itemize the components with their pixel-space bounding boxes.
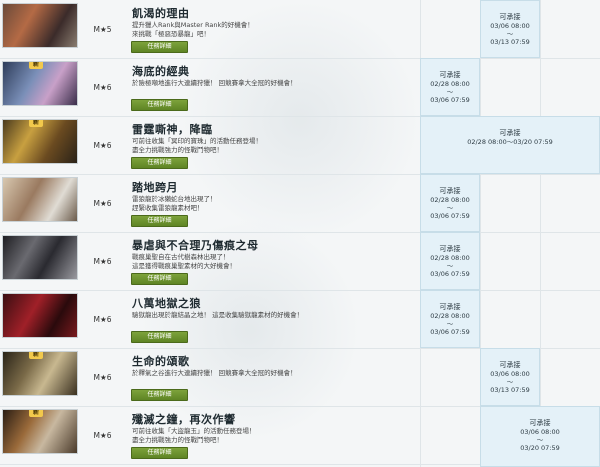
new-badge: 新 <box>29 62 44 69</box>
quest-thumbnail[interactable]: 新 <box>2 119 78 164</box>
quest-title: 踏地跨月 <box>132 181 178 194</box>
quest-rank: M★6 <box>93 372 112 382</box>
quest-title: 殲滅之鐘，再次作響 <box>132 413 236 426</box>
quest-rank: M★6 <box>93 140 112 150</box>
event-quest-table: M★5 飢渴的理由 提升獵人Rank與Master Rank的好機會！ 來挑戰「… <box>0 0 600 467</box>
quest-description: 可前往收集「冥印的寶珠」的活動任務登場！ 盡全力挑戰強力的怪戰鬥物吧！ <box>132 137 262 154</box>
timeline-divider <box>540 0 541 467</box>
new-badge: 新 <box>29 410 44 417</box>
quest-title: 飢渴的理由 <box>132 7 190 20</box>
quest-rank: M★5 <box>93 24 112 34</box>
new-badge: 新 <box>29 352 44 359</box>
quest-thumbnail[interactable]: 新 <box>2 409 78 454</box>
quest-rank: M★6 <box>93 430 112 440</box>
quest-detail-button[interactable]: 任務詳細 <box>131 447 188 459</box>
quest-rank: M★6 <box>93 198 112 208</box>
quest-description: 雷狼龍於冰獺蛇台地出現了！ 趕緊收集雷狼龍素材吧！ <box>132 195 217 212</box>
availability-period: 可承接 02/28 08:00 ～ 03/06 07:59 <box>420 290 480 348</box>
quest-detail-button[interactable]: 任務詳細 <box>131 157 188 169</box>
quest-thumbnail[interactable] <box>2 235 78 280</box>
quest-description: 可前往收集「大盜龍玉」的活動任務登場！ 盡全力挑戰強力的怪戰鬥物吧！ <box>132 427 256 444</box>
availability-period: 可承接 03/06 08:00 ～ 03/13 07:59 <box>480 348 540 406</box>
quest-title: 雷霆嘶神，降臨 <box>132 123 213 136</box>
quest-detail-button[interactable]: 任務詳細 <box>131 41 188 53</box>
availability-period: 可承接 02/28 08:00～03/20 07:59 <box>420 116 600 174</box>
quest-thumbnail[interactable]: 新 <box>2 61 78 106</box>
availability-period: 可承接 02/28 08:00 ～ 03/06 07:59 <box>420 174 480 232</box>
availability-period: 可承接 03/06 08:00 ～ 03/13 07:59 <box>480 0 540 58</box>
quest-detail-button[interactable]: 任務詳細 <box>131 215 188 227</box>
quest-detail-button[interactable]: 任務詳細 <box>131 389 188 401</box>
quest-title: 暴虐與不合理乃傷痕之母 <box>132 239 259 252</box>
quest-detail-button[interactable]: 任務詳細 <box>131 273 188 285</box>
quest-thumbnail[interactable] <box>2 177 78 222</box>
quest-rank: M★6 <box>93 256 112 266</box>
quest-thumbnail[interactable] <box>2 3 78 48</box>
quest-thumbnail[interactable]: 新 <box>2 351 78 396</box>
quest-title: 海底的經典 <box>132 65 190 78</box>
quest-description: 戰痕巢聖自在古代樹森林出現了！ 這是獲得戰痕巢聖素材的大好機會！ <box>132 253 236 270</box>
new-badge: 新 <box>29 120 44 127</box>
quest-description: 於險極噸地進行大連續狩獵！ 回競賽拿大全冠的好機會！ <box>132 79 297 87</box>
quest-title: 八萬地獄之狼 <box>132 297 201 310</box>
quest-rank: M★6 <box>93 314 112 324</box>
quest-detail-button[interactable]: 任務詳細 <box>131 99 188 111</box>
availability-period: 可承接 02/28 08:00 ～ 03/06 07:59 <box>420 232 480 290</box>
availability-period: 可承接 03/06 08:00 ～ 03/20 07:59 <box>480 406 600 467</box>
schedule-timeline: 可承接 03/06 08:00 ～ 03/13 07:59 可承接 02/28 … <box>420 0 600 467</box>
quest-title: 生命的頌歌 <box>132 355 190 368</box>
quest-description: 於釋氣之谷進行大連續狩獵！ 回競賽拿大全冠的好機會！ <box>132 369 297 377</box>
quest-rank: M★6 <box>93 82 112 92</box>
quest-thumbnail[interactable] <box>2 293 78 338</box>
quest-detail-button[interactable]: 任務詳細 <box>131 331 188 343</box>
quest-description: 驗獄龍出現於龍結晶之地！ 這是收集驗獄龍素材的好機會！ <box>132 311 304 319</box>
availability-period: 可承接 02/28 08:00 ～ 03/06 07:59 <box>420 58 480 116</box>
quest-description: 提升獵人Rank與Master Rank的好機會！ 來挑戰「極惡恐暴龍」吧！ <box>132 21 254 38</box>
